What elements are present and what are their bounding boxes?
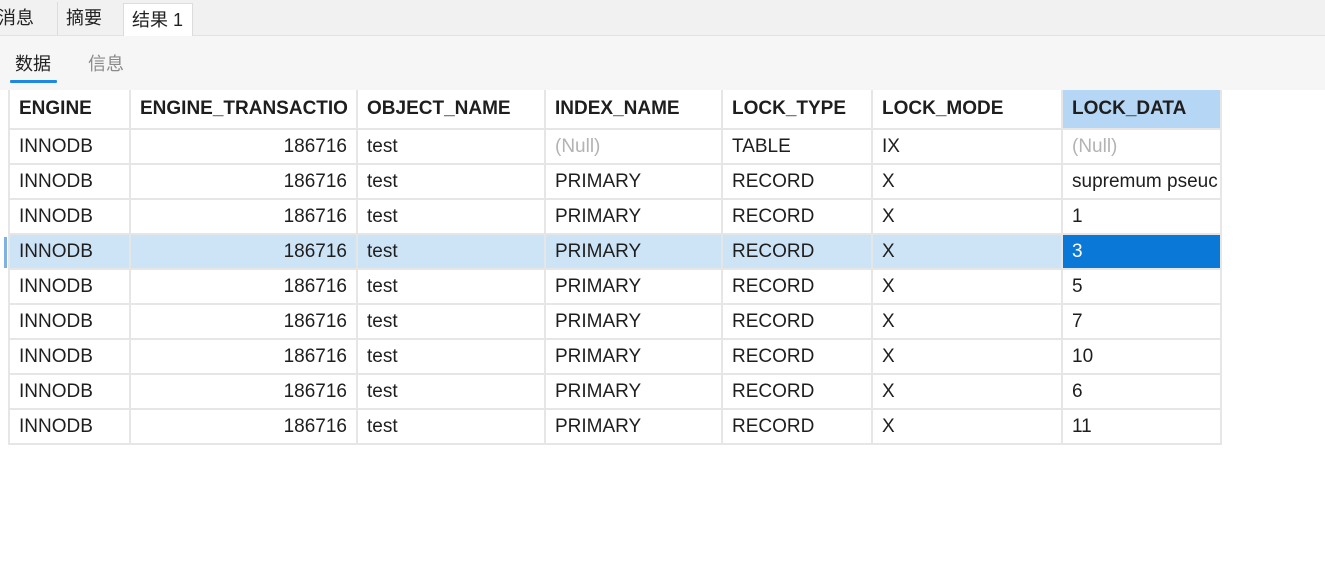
cell-lock-data[interactable]: 11 [1063,410,1222,445]
cell-engine-transactio[interactable]: 186716 [131,165,358,200]
cell-index-name[interactable]: PRIMARY [546,270,723,305]
tab-result-1[interactable]: 结果 1 [123,3,193,36]
cell-index-name[interactable]: PRIMARY [546,340,723,375]
cell-lock-data[interactable]: (Null) [1063,130,1222,165]
cell-lock-mode[interactable]: X [873,410,1063,445]
cell-lock-type[interactable]: RECORD [723,305,873,340]
cell-object-name[interactable]: test [358,200,546,235]
cell-engine-transactio[interactable]: 186716 [131,340,358,375]
tab-summary[interactable]: 摘要 [57,2,121,35]
subtab-info[interactable]: 信息 [88,53,124,75]
cell-lock-data[interactable]: 7 [1063,305,1222,340]
cell-lock-mode[interactable]: IX [873,130,1063,165]
cell-lock-mode[interactable]: X [873,340,1063,375]
cell-lock-data[interactable]: 1 [1063,200,1222,235]
cell-index-name[interactable]: PRIMARY [546,200,723,235]
cell-lock-data[interactable]: supremum pseuc [1063,165,1222,200]
tab-messages[interactable]: 消息 [0,2,56,35]
cell-lock-mode[interactable]: X [873,235,1063,270]
cell-object-name[interactable]: test [358,130,546,165]
cell-index-name[interactable]: PRIMARY [546,410,723,445]
cell-index-name[interactable]: (Null) [546,130,723,165]
cell-object-name[interactable]: test [358,340,546,375]
cell-lock-type[interactable]: RECORD [723,165,873,200]
cell-engine[interactable]: INNODB [10,340,131,375]
cell-lock-mode[interactable]: X [873,375,1063,410]
cell-object-name[interactable]: test [358,165,546,200]
cell-object-name[interactable]: test [358,305,546,340]
cell-lock-data[interactable]: 3 [1063,235,1222,270]
cell-lock-mode[interactable]: X [873,200,1063,235]
cell-engine[interactable]: INNODB [10,270,131,305]
cell-engine[interactable]: INNODB [10,375,131,410]
active-subtab-indicator [10,80,57,83]
column-header-lock-data[interactable]: LOCK_DATA [1063,90,1222,130]
result-tab-bar: 消息 摘要 结果 1 [0,0,1325,36]
cell-index-name[interactable]: PRIMARY [546,375,723,410]
cell-engine-transactio[interactable]: 186716 [131,305,358,340]
column-header-index-name[interactable]: INDEX_NAME [546,90,723,130]
cell-lock-data[interactable]: 6 [1063,375,1222,410]
cell-object-name[interactable]: test [358,375,546,410]
cell-index-name[interactable]: PRIMARY [546,165,723,200]
cell-engine[interactable]: INNODB [10,235,131,270]
cell-index-name[interactable]: PRIMARY [546,235,723,270]
cell-lock-type[interactable]: RECORD [723,270,873,305]
column-header-lock-type[interactable]: LOCK_TYPE [723,90,873,130]
cell-object-name[interactable]: test [358,235,546,270]
sub-tab-bar: 数据 信息 [0,36,1325,90]
cell-lock-type[interactable]: RECORD [723,340,873,375]
cell-lock-type[interactable]: RECORD [723,410,873,445]
cell-engine[interactable]: INNODB [10,200,131,235]
cell-engine[interactable]: INNODB [10,410,131,445]
cell-engine[interactable]: INNODB [10,165,131,200]
column-header-object-name[interactable]: OBJECT_NAME [358,90,546,130]
cell-lock-mode[interactable]: X [873,165,1063,200]
cell-lock-data[interactable]: 5 [1063,270,1222,305]
cell-engine-transactio[interactable]: 186716 [131,410,358,445]
cell-lock-mode[interactable]: X [873,270,1063,305]
cell-engine-transactio[interactable]: 186716 [131,235,358,270]
current-row-marker [4,237,7,268]
cell-engine-transactio[interactable]: 186716 [131,375,358,410]
cell-lock-type[interactable]: RECORD [723,375,873,410]
cell-lock-type[interactable]: TABLE [723,130,873,165]
cell-lock-type[interactable]: RECORD [723,235,873,270]
cell-engine-transactio[interactable]: 186716 [131,270,358,305]
cell-object-name[interactable]: test [358,270,546,305]
column-header-lock-mode[interactable]: LOCK_MODE [873,90,1063,130]
cell-engine-transactio[interactable]: 186716 [131,200,358,235]
column-header-engine-transactio[interactable]: ENGINE_TRANSACTIO [131,90,358,130]
subtab-data[interactable]: 数据 [15,53,51,75]
cell-index-name[interactable]: PRIMARY [546,305,723,340]
cell-lock-type[interactable]: RECORD [723,200,873,235]
cell-lock-mode[interactable]: X [873,305,1063,340]
cell-object-name[interactable]: test [358,410,546,445]
cell-lock-data[interactable]: 10 [1063,340,1222,375]
cell-engine[interactable]: INNODB [10,130,131,165]
column-header-engine[interactable]: ENGINE [10,90,131,130]
cell-engine[interactable]: INNODB [10,305,131,340]
cell-engine-transactio[interactable]: 186716 [131,130,358,165]
